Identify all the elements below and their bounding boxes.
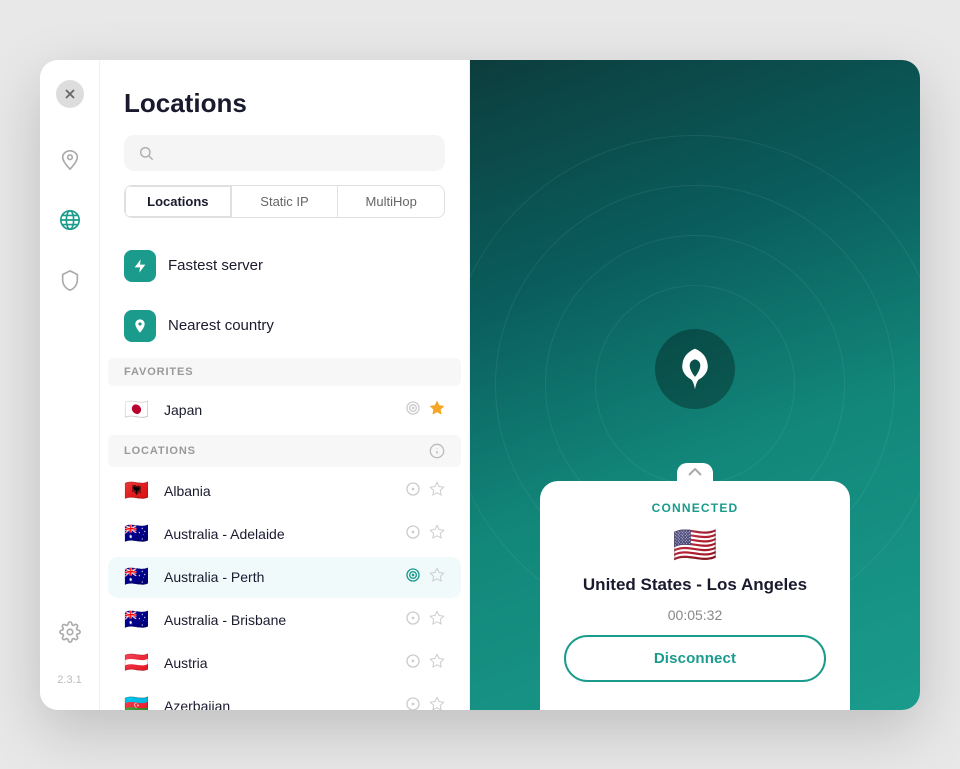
star-icon[interactable] <box>429 696 445 710</box>
signal-icon <box>405 481 421 502</box>
search-input[interactable] <box>162 145 431 161</box>
sidebar: 2.3.1 <box>40 60 100 710</box>
connected-country-flag: 🇺🇸 <box>673 527 718 563</box>
favorites-label: FAVORITES <box>124 366 193 378</box>
sidebar-item-vpn[interactable] <box>52 142 88 178</box>
app-version: 2.3.1 <box>57 674 81 686</box>
tab-locations[interactable]: Locations <box>125 186 231 217</box>
connected-card: CONNECTED 🇺🇸 United States - Los Angeles… <box>540 481 850 710</box>
star-icon[interactable] <box>429 567 445 588</box>
aus-perth-actions <box>405 567 445 588</box>
list-item[interactable]: 🇦🇺 Australia - Perth <box>108 557 461 598</box>
locations-section-label: LOCATIONS <box>124 445 196 457</box>
signal-icon <box>405 610 421 631</box>
locations-panel: Locations Locations Static IP MultiHop <box>100 60 470 710</box>
close-button[interactable] <box>56 80 84 108</box>
list-item[interactable]: 🇦🇺 Australia - Brisbane <box>108 600 461 641</box>
signal-icon <box>405 696 421 710</box>
surfshark-logo <box>673 347 717 391</box>
locations-title: Locations <box>124 88 445 119</box>
vpn-panel: CONNECTED 🇺🇸 United States - Los Angeles… <box>470 60 920 710</box>
tab-static-ip[interactable]: Static IP <box>232 186 338 217</box>
albania-actions <box>405 481 445 502</box>
star-icon[interactable] <box>429 400 445 421</box>
tab-bar: Locations Static IP MultiHop <box>124 185 445 218</box>
connected-country-name: United States - Los Angeles <box>583 575 807 595</box>
aus-perth-flag: 🇦🇺 <box>124 567 152 587</box>
japan-flag: 🇯🇵 <box>124 400 152 420</box>
list-item[interactable]: 🇦🇺 Australia - Adelaide <box>108 514 461 555</box>
az-flag: 🇦🇿 <box>124 696 152 710</box>
locations-list: Fastest server Nearest country FAVORITES… <box>100 238 469 710</box>
aus-adelaide-actions <box>405 524 445 545</box>
tab-multihop[interactable]: MultiHop <box>338 186 444 217</box>
list-item[interactable]: 🇦🇿 Azerbaijan <box>108 686 461 710</box>
list-item[interactable]: 🇦🇱 Albania <box>108 471 461 512</box>
austria-name: Austria <box>164 655 393 671</box>
az-name: Azerbaijan <box>164 698 393 710</box>
star-icon[interactable] <box>429 653 445 674</box>
aus-brisbane-flag: 🇦🇺 <box>124 610 152 630</box>
star-icon[interactable] <box>429 524 445 545</box>
aus-adelaide-flag: 🇦🇺 <box>124 524 152 544</box>
japan-name: Japan <box>164 402 393 418</box>
chevron-up-icon[interactable] <box>677 463 713 481</box>
search-icon <box>138 145 154 161</box>
fastest-server-icon <box>124 250 156 282</box>
austria-flag: 🇦🇹 <box>124 653 152 673</box>
sidebar-item-locations[interactable] <box>52 202 88 238</box>
signal-icon <box>405 400 421 421</box>
star-icon[interactable] <box>429 610 445 631</box>
austria-actions <box>405 653 445 674</box>
connected-time: 00:05:32 <box>668 607 723 623</box>
nearest-country-label: Nearest country <box>168 317 274 334</box>
sidebar-item-security[interactable] <box>52 262 88 298</box>
signal-icon <box>405 567 421 588</box>
star-icon[interactable] <box>429 481 445 502</box>
fastest-server-item[interactable]: Fastest server <box>108 238 461 294</box>
aus-adelaide-name: Australia - Adelaide <box>164 526 393 542</box>
signal-icon <box>405 524 421 545</box>
info-icon <box>429 443 445 459</box>
favorites-section-header: FAVORITES <box>108 358 461 386</box>
disconnect-button[interactable]: Disconnect <box>564 635 826 682</box>
japan-actions <box>405 400 445 421</box>
logo-container <box>655 329 735 409</box>
app-container: 2.3.1 Locations Locations Static IP Mult… <box>40 60 920 710</box>
albania-flag: 🇦🇱 <box>124 481 152 501</box>
list-item[interactable]: 🇦🇹 Austria <box>108 643 461 684</box>
list-item[interactable]: 🇯🇵 Japan <box>108 390 461 431</box>
aus-brisbane-actions <box>405 610 445 631</box>
nearest-country-icon <box>124 310 156 342</box>
locations-section-header: LOCATIONS <box>108 435 461 467</box>
fastest-server-label: Fastest server <box>168 257 263 274</box>
az-actions <box>405 696 445 710</box>
sidebar-item-settings[interactable] <box>52 614 88 650</box>
aus-brisbane-name: Australia - Brisbane <box>164 612 393 628</box>
signal-icon <box>405 653 421 674</box>
connected-status: CONNECTED <box>652 501 739 515</box>
search-box[interactable] <box>124 135 445 171</box>
surfshark-logo-bg <box>655 329 735 409</box>
aus-perth-name: Australia - Perth <box>164 569 393 585</box>
nearest-country-item[interactable]: Nearest country <box>108 298 461 354</box>
locations-header: Locations Locations Static IP MultiHop <box>100 60 469 238</box>
albania-name: Albania <box>164 483 393 499</box>
